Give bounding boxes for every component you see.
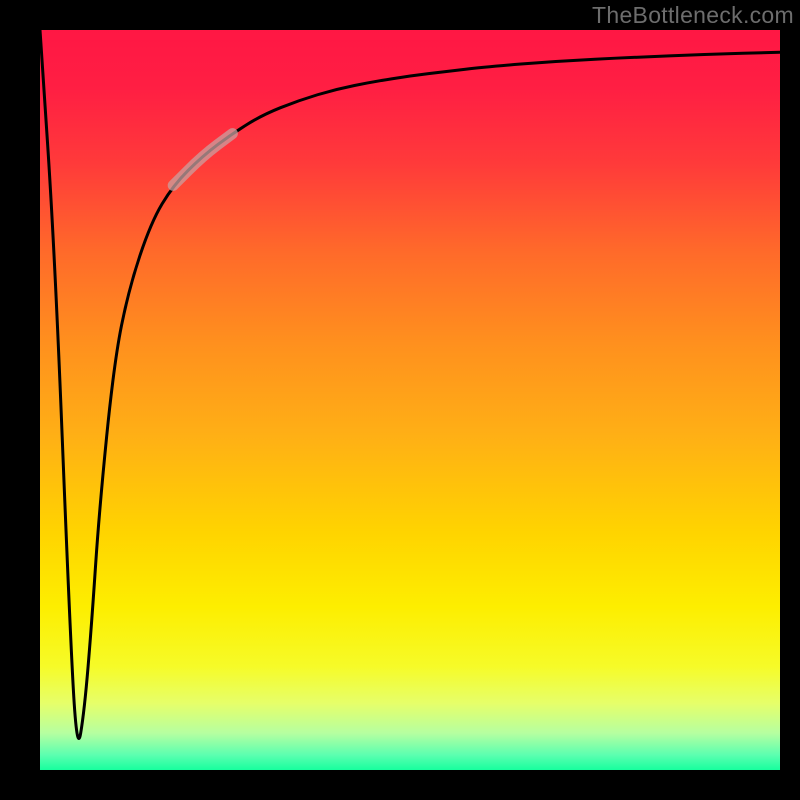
chart-frame: TheBottleneck.com bbox=[0, 0, 800, 800]
chart-svg bbox=[40, 30, 780, 770]
watermark-text: TheBottleneck.com bbox=[592, 2, 794, 29]
plot-area bbox=[40, 30, 780, 770]
gradient-background bbox=[40, 30, 780, 770]
